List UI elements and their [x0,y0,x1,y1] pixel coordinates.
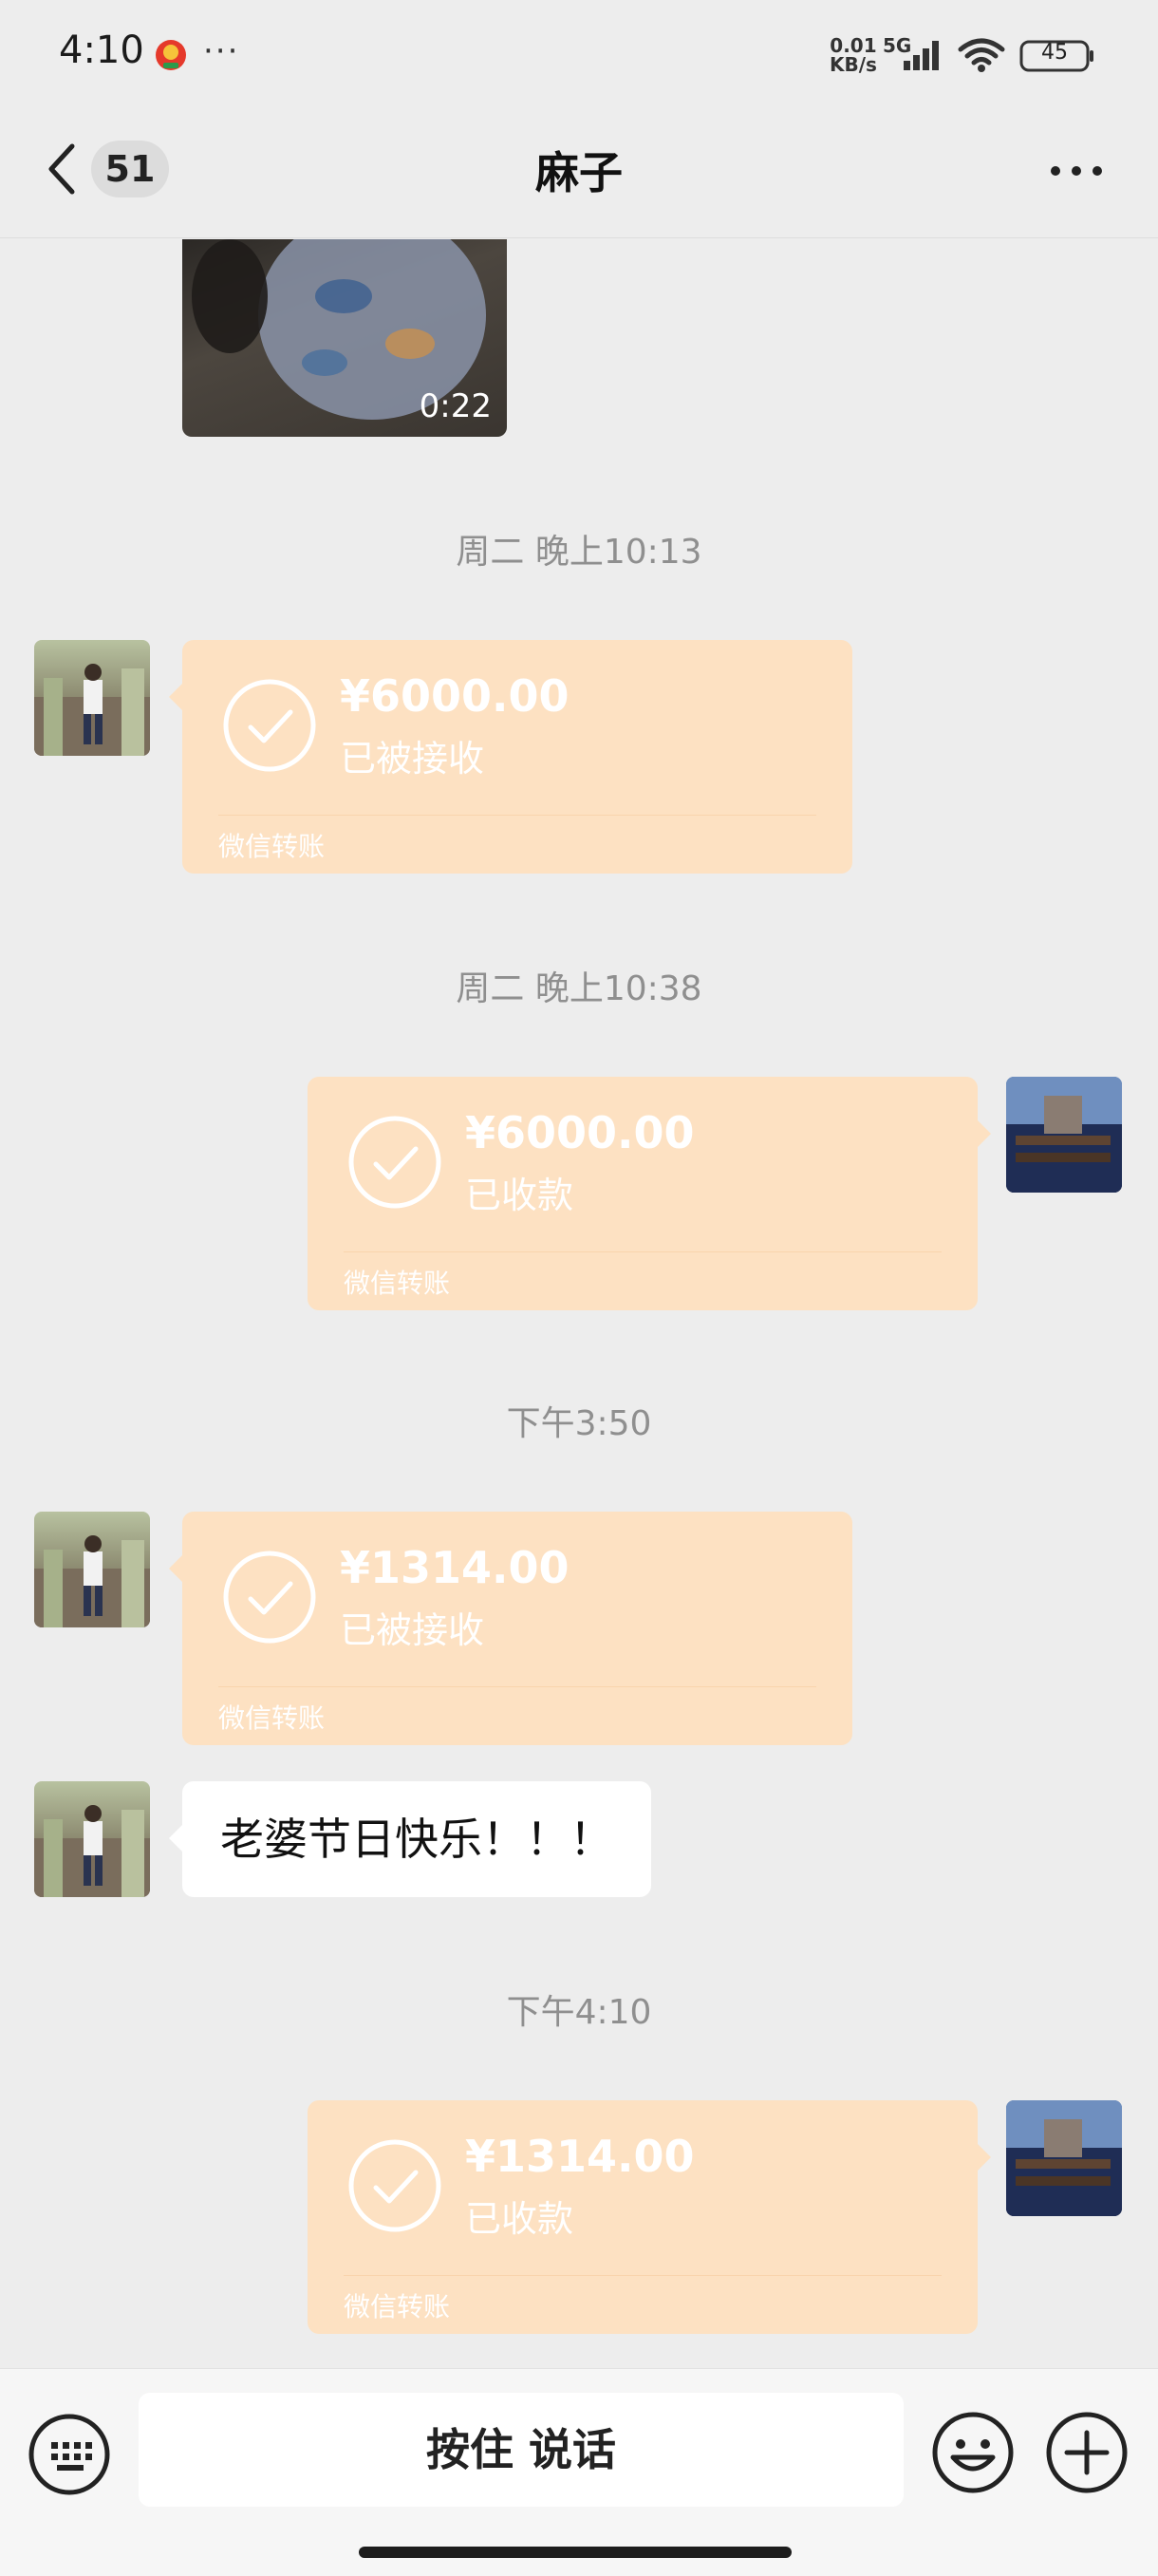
transfer-footer: 微信转账 [344,1268,451,1299]
transfer-divider [218,1686,816,1687]
keyboard-icon[interactable] [27,2412,112,2497]
avatar-image [1006,2100,1122,2216]
wifi-icon [958,38,1005,72]
transfer-footer: 微信转账 [218,831,326,862]
transfer-status: 已收款 [465,2198,574,2240]
transfer-status: 已收款 [465,1175,574,1216]
network-speed: 0.01 KB/s [830,36,877,74]
app-notification-icon [156,40,186,70]
transfer-card[interactable]: ¥6000.00 已被接收 微信转账 [182,640,852,874]
transfer-amount: ¥6000.00 [340,670,570,722]
status-more-indicator: ··· [203,32,240,70]
battery-level: 45 [1041,41,1068,65]
hold-to-talk-button[interactable]: 按住 说话 [139,2393,904,2507]
chat-title: 麻子 [535,147,623,198]
contact-avatar[interactable] [34,1512,150,1627]
transfer-status: 已被接收 [340,1609,485,1651]
avatar-image [34,1535,150,1627]
check-circle-icon [223,1551,316,1644]
network-speed-value: 0.01 [830,34,877,57]
transfer-status: 已被接收 [340,738,485,780]
transfer-card[interactable]: ¥6000.00 已收款 微信转账 [308,1077,978,1310]
bubble-tail [169,1555,182,1582]
message-timestamp: 周二 晚上10:38 [456,969,702,1008]
check-circle-icon [348,1116,441,1209]
transfer-amount: ¥6000.00 [465,1107,695,1158]
bubble-tail [169,684,182,710]
transfer-card[interactable]: ¥1314.00 已被接收 微信转账 [182,1512,852,1745]
network-speed-unit: KB/s [830,53,877,76]
signal-icon [904,41,939,70]
transfer-footer: 微信转账 [344,2291,451,2322]
my-avatar[interactable] [1006,1077,1122,1193]
video-message[interactable]: 0:22 [182,239,507,437]
my-avatar[interactable] [1006,2100,1122,2216]
more-options-icon[interactable] [1048,158,1105,184]
transfer-amount: ¥1314.00 [340,1542,570,1593]
emoji-icon[interactable] [930,2410,1016,2495]
bubble-tail [978,2144,991,2171]
bubble-tail [169,1825,182,1852]
message-timestamp: 下午3:50 [506,1404,652,1443]
home-indicator[interactable] [359,2547,792,2558]
status-time: 4:10 [59,28,144,72]
video-duration: 0:22 [419,387,492,425]
header-divider [0,237,1158,238]
message-timestamp: 下午4:10 [506,1993,652,2032]
check-circle-icon [223,679,316,772]
avatar-image [34,1805,150,1897]
transfer-amount: ¥1314.00 [465,2131,695,2182]
check-circle-icon [348,2139,441,2232]
transfer-card[interactable]: ¥1314.00 已收款 微信转账 [308,2100,978,2334]
transfer-footer: 微信转账 [218,1702,326,1734]
transfer-divider [344,2275,942,2276]
avatar-image [1006,1077,1122,1193]
plus-icon[interactable] [1044,2410,1130,2495]
transfer-divider [218,815,816,816]
contact-avatar[interactable] [34,640,150,756]
text-message-bubble[interactable]: 老婆节日快乐！！！ [182,1781,651,1897]
contact-avatar[interactable] [34,1781,150,1897]
message-timestamp: 周二 晚上10:13 [456,533,702,572]
transfer-divider [344,1251,942,1252]
avatar-image [34,664,150,756]
bubble-tail [978,1120,991,1147]
